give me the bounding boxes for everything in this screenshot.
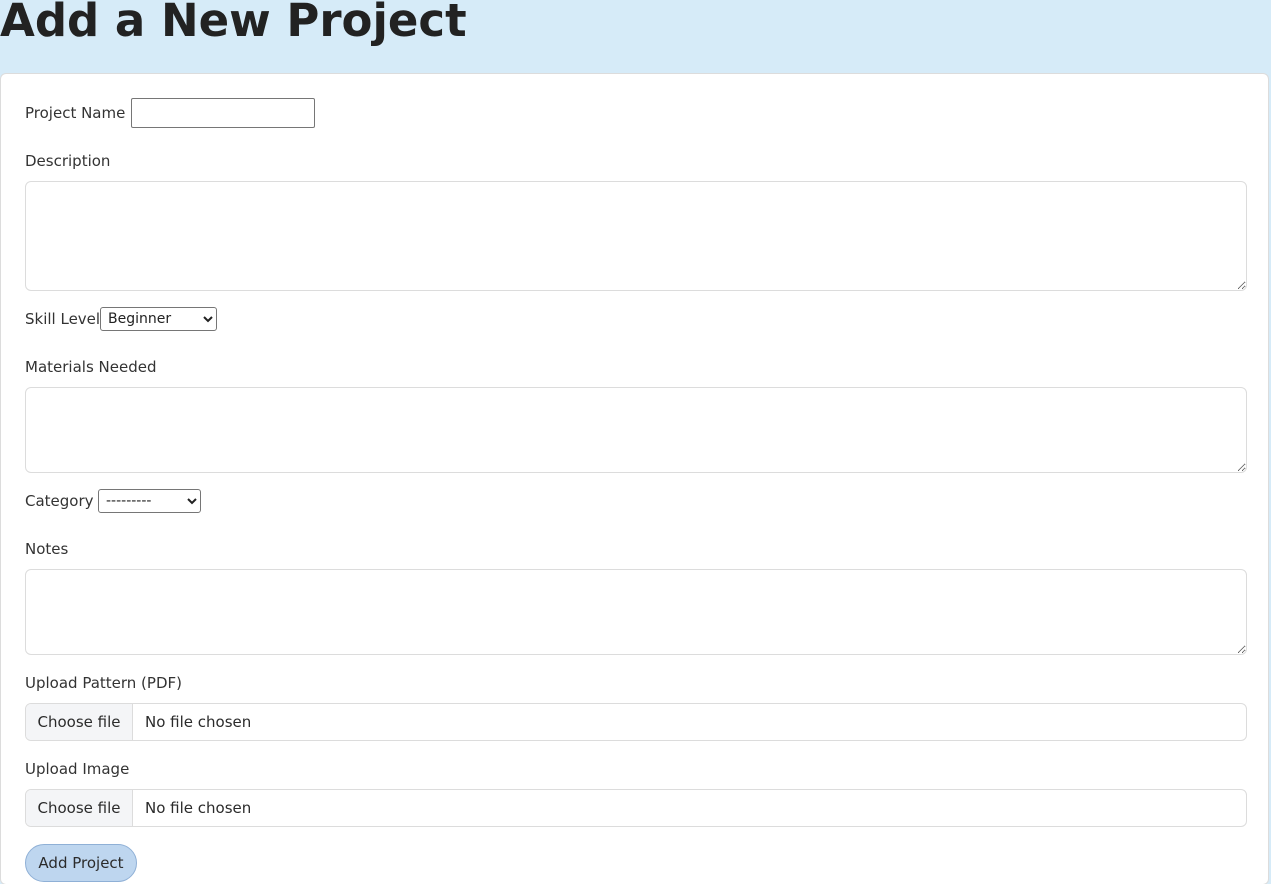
- upload-image-file-status: No file chosen: [145, 799, 252, 817]
- materials-needed-textarea[interactable]: [25, 387, 1247, 473]
- upload-pattern-choose-file-button[interactable]: Choose file: [26, 704, 133, 740]
- upload-image-choose-file-button[interactable]: Choose file: [26, 790, 133, 826]
- skill-level-label: Skill Level: [25, 310, 101, 328]
- upload-image-file-input[interactable]: Choose file No file chosen: [25, 789, 1247, 827]
- project-name-label: Project Name: [25, 104, 126, 122]
- description-label: Description: [25, 152, 111, 170]
- notes-label: Notes: [25, 540, 69, 558]
- skill-level-select[interactable]: Beginner: [100, 307, 217, 331]
- upload-pattern-file-status: No file chosen: [145, 713, 252, 731]
- project-name-input[interactable]: [131, 98, 315, 128]
- notes-textarea[interactable]: [25, 569, 1247, 655]
- add-project-button[interactable]: Add Project: [25, 844, 137, 882]
- description-textarea[interactable]: [25, 181, 1247, 291]
- upload-pattern-label: Upload Pattern (PDF): [25, 674, 182, 692]
- materials-needed-label: Materials Needed: [25, 358, 157, 376]
- upload-pattern-file-input[interactable]: Choose file No file chosen: [25, 703, 1247, 741]
- add-project-form: Project Name Description Skill Level Beg…: [0, 73, 1269, 884]
- page: Add a New Project Project Name Descripti…: [0, 0, 1271, 884]
- category-label: Category: [25, 492, 94, 510]
- upload-image-label: Upload Image: [25, 760, 130, 778]
- page-title: Add a New Project: [0, 0, 467, 47]
- category-select[interactable]: ---------: [98, 489, 201, 513]
